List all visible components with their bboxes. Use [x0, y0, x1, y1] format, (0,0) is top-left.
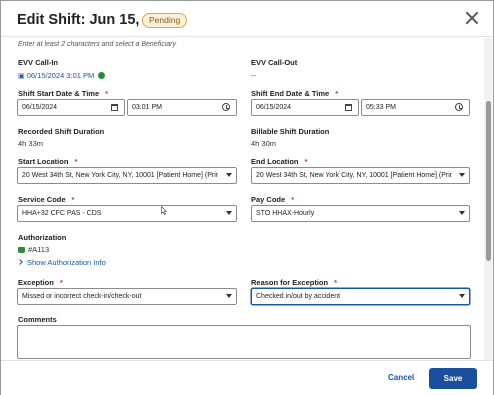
clock-icon[interactable]	[222, 103, 230, 111]
service-code-label-text: Service Code	[18, 195, 66, 204]
reason-value: Checked in/out by accident	[256, 293, 341, 300]
shift-start-time-input[interactable]: 03:01 PM	[127, 99, 237, 116]
shift-end-label-text: Shift End Date & Time	[251, 89, 330, 98]
end-location-value: 20 West 34th St, New York City, NY, 1000…	[256, 172, 453, 179]
required-marker: *	[335, 89, 339, 98]
cancel-button[interactable]: Cancel	[388, 373, 414, 382]
evv-call-in-value: ▣ 06/15/2024 3:01 PM	[18, 71, 106, 80]
authorization-value: #A113	[18, 245, 49, 254]
exception-label: Exception *	[18, 278, 63, 287]
reason-for-exception-select[interactable]: Checked in/out by accident	[251, 288, 470, 305]
dialog-footer: Cancel Save	[1, 360, 493, 395]
show-authorization-info-link[interactable]: Show Authorization Info	[17, 258, 106, 267]
exception-select[interactable]: Missed or incorrect check-in/check-out	[17, 288, 237, 305]
pay-code-value: STO HHAX-Hourly	[256, 210, 315, 217]
dialog-header: Edit Shift: Jun 15, 2024 Pending	[1, 1, 493, 37]
start-location-select[interactable]: 20 West 34th St, New York City, NY, 1000…	[17, 167, 237, 184]
shift-end-label: Shift End Date & Time *	[251, 89, 338, 98]
mouse-cursor-icon	[161, 206, 167, 215]
status-badge: Pending	[142, 13, 188, 28]
comments-label: Comments	[18, 315, 57, 324]
shift-start-label-text: Shift Start Date & Time	[18, 89, 100, 98]
authorization-number: #A113	[28, 245, 50, 254]
shift-end-date-input[interactable]: 06/15/2024	[251, 99, 359, 116]
shift-start-label: Shift Start Date & Time *	[18, 89, 108, 98]
start-location-label-text: Start Location	[18, 157, 69, 166]
dialog-body: Enter at least 2 characters and select a…	[1, 38, 483, 360]
pay-code-label-text: Pay Code	[251, 195, 286, 204]
required-marker: *	[71, 195, 75, 204]
service-code-select[interactable]: HHA+32 CFC PAS - CDS	[17, 205, 237, 222]
edit-shift-dialog: Edit Shift: Jun 15, 2024 Pending Enter a…	[0, 0, 494, 395]
close-icon[interactable]	[465, 11, 479, 25]
chevron-down-icon	[459, 211, 465, 215]
scrollbar-thumb[interactable]	[486, 101, 491, 261]
exception-label-text: Exception	[18, 278, 54, 287]
end-location-select[interactable]: 20 West 34th St, New York City, NY, 1000…	[251, 167, 470, 184]
shift-end-time-value: 05:33 PM	[366, 104, 396, 111]
show-authorization-info-text[interactable]: Show Authorization Info	[27, 258, 106, 267]
beneficiary-hint: Enter at least 2 characters and select a…	[18, 41, 176, 48]
evv-call-in-label: EVV Call-In	[18, 58, 59, 67]
billable-duration-value: 4h 30m	[251, 139, 277, 148]
shift-start-time-value: 03:01 PM	[132, 104, 162, 111]
chevron-down-icon	[226, 294, 232, 298]
exception-value: Missed or incorrect check-in/check-out	[22, 293, 142, 300]
shift-start-date-input[interactable]: 06/15/2024	[17, 99, 125, 116]
service-code-label: Service Code *	[18, 195, 74, 204]
chevron-down-icon	[226, 211, 232, 215]
chevron-right-icon	[17, 259, 23, 265]
authorization-label: Authorization	[18, 233, 67, 242]
reason-label: Reason for Exception *	[251, 278, 337, 287]
recorded-duration-label: Recorded Shift Duration	[18, 127, 105, 136]
start-location-label: Start Location *	[18, 157, 77, 166]
calendar-icon: ▣	[18, 73, 25, 80]
evv-call-out-value: --	[251, 71, 256, 80]
evv-call-in-link[interactable]: 06/15/2024 3:01 PM	[27, 71, 95, 80]
recorded-duration-value: 4h 33m	[18, 139, 44, 148]
start-location-value: 20 West 34th St, New York City, NY, 1000…	[22, 172, 219, 179]
calendar-icon[interactable]	[111, 104, 118, 111]
required-marker: *	[334, 278, 338, 287]
pay-code-select[interactable]: STO HHAX-Hourly	[251, 205, 470, 222]
pay-code-label: Pay Code *	[251, 195, 294, 204]
shift-end-date-value: 06/15/2024	[256, 104, 292, 111]
service-code-value: HHA+32 CFC PAS - CDS	[22, 210, 102, 217]
shift-start-date-value: 06/15/2024	[22, 104, 58, 111]
chevron-down-icon	[226, 173, 232, 177]
shift-end-time-input[interactable]: 05:33 PM	[361, 99, 470, 116]
required-marker: *	[59, 278, 63, 287]
required-marker: *	[291, 195, 295, 204]
save-button[interactable]: Save	[429, 368, 477, 389]
comments-textarea[interactable]	[17, 325, 471, 359]
check-circle-icon	[98, 72, 106, 79]
evv-call-out-label: EVV Call-Out	[251, 58, 298, 67]
chevron-down-icon	[459, 173, 465, 177]
thumbs-up-icon	[18, 247, 25, 253]
required-marker: *	[74, 157, 78, 166]
required-marker: *	[105, 89, 109, 98]
end-location-label: End Location *	[251, 157, 307, 166]
required-marker: *	[304, 157, 308, 166]
billable-duration-label: Billable Shift Duration	[251, 127, 330, 136]
reason-label-text: Reason for Exception	[251, 278, 329, 287]
clock-icon[interactable]	[455, 103, 463, 111]
chevron-down-icon	[459, 294, 465, 298]
calendar-icon[interactable]	[345, 104, 352, 111]
end-location-label-text: End Location	[251, 157, 299, 166]
